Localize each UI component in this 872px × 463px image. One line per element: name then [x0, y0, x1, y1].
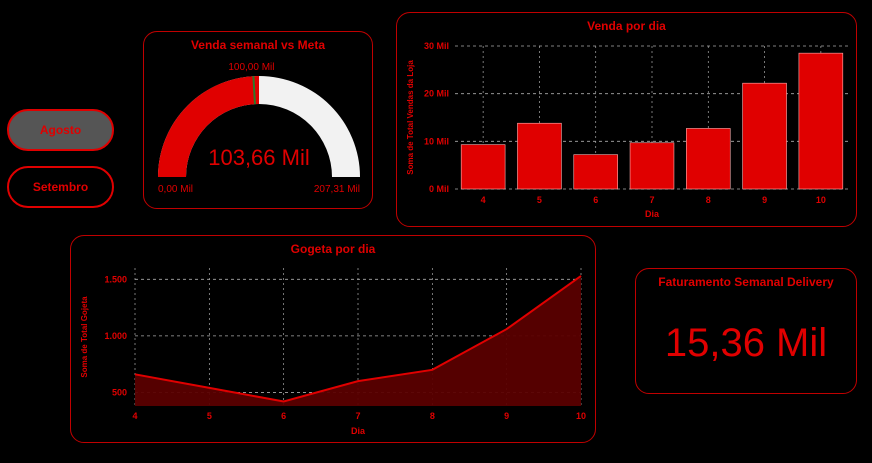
- x-tick-label: 10: [816, 195, 826, 205]
- slicer-button-label: Agosto: [39, 123, 82, 137]
- slicer-button-agosto[interactable]: Agosto: [7, 109, 114, 151]
- y-tick-label: 20 Mil: [424, 89, 449, 99]
- bar: [686, 128, 731, 190]
- x-axis-label: Dia: [645, 209, 660, 219]
- gauge-min-label: 0,00 Mil: [158, 184, 193, 195]
- slicer-button-setembro[interactable]: Setembro: [7, 166, 114, 208]
- y-tick-label: 1.500: [104, 274, 127, 284]
- delivery-title: Faturamento Semanal Delivery: [658, 275, 834, 289]
- x-tick-label: 5: [537, 195, 542, 205]
- venda-por-dia-chart: 0 Mil 10 Mil 20 Mil 30 Mil 4 5 6 7 8 9 10 Dia Soma d…: [406, 41, 849, 219]
- gogeta-por-dia-card: Gogeta por dia 500 1.000 1.500 4 5 6 7 8 9 10 Dia S…: [70, 235, 596, 443]
- y-tick-label: 500: [112, 387, 127, 397]
- y-axis-label: Soma de Total Gojeta: [80, 296, 89, 378]
- gauge-value-label: 103,66 Mil: [208, 145, 310, 170]
- x-tick-label: 10: [576, 411, 586, 421]
- y-tick-label: 10 Mil: [424, 136, 449, 146]
- x-tick-label: 8: [706, 195, 711, 205]
- gauge-chart: 100,00 Mil 103,66 Mil 0,00 Mil 207,31 Mi…: [158, 62, 360, 195]
- x-tick-label: 5: [207, 411, 212, 421]
- bar: [742, 82, 787, 190]
- delivery-card: Faturamento Semanal Delivery 15,36 Mil: [635, 268, 857, 394]
- bar: [460, 144, 506, 190]
- bar: [517, 122, 562, 190]
- x-tick-label: 4: [481, 195, 486, 205]
- x-tick-label: 6: [593, 195, 598, 205]
- x-tick-label: 6: [281, 411, 286, 421]
- x-tick-label: 8: [430, 411, 435, 421]
- gogeta-por-dia-chart: 500 1.000 1.500 4 5 6 7 8 9 10 Dia Soma de Total Go…: [80, 268, 586, 436]
- y-axis-label: Soma de Total Vendas da Loja: [406, 60, 415, 175]
- bar: [798, 52, 844, 190]
- x-tick-label: 7: [355, 411, 360, 421]
- y-tick-label: 30 Mil: [424, 41, 449, 51]
- y-tick-label: 1.000: [104, 331, 127, 341]
- x-tick-label: 7: [649, 195, 654, 205]
- x-axis-label: Dia: [351, 426, 366, 436]
- delivery-value: 15,36 Mil: [664, 321, 828, 365]
- bar: [573, 154, 618, 190]
- x-tick-label: 9: [762, 195, 767, 205]
- gauge-card: Venda semanal vs Meta 100,00 Mil 103,66 …: [143, 31, 373, 209]
- venda-por-dia-card: Venda por dia 0 Mil 10 Mil 20 Mil 30 Mil 4 5 6…: [396, 12, 857, 227]
- gauge-target-label: 100,00 Mil: [228, 62, 274, 73]
- x-tick-label: 4: [132, 411, 137, 421]
- gauge-max-label: 207,31 Mil: [314, 184, 360, 195]
- slicer-button-label: Setembro: [32, 180, 89, 194]
- y-tick-label: 0 Mil: [429, 184, 449, 194]
- x-tick-label: 9: [504, 411, 509, 421]
- bar: [629, 142, 675, 190]
